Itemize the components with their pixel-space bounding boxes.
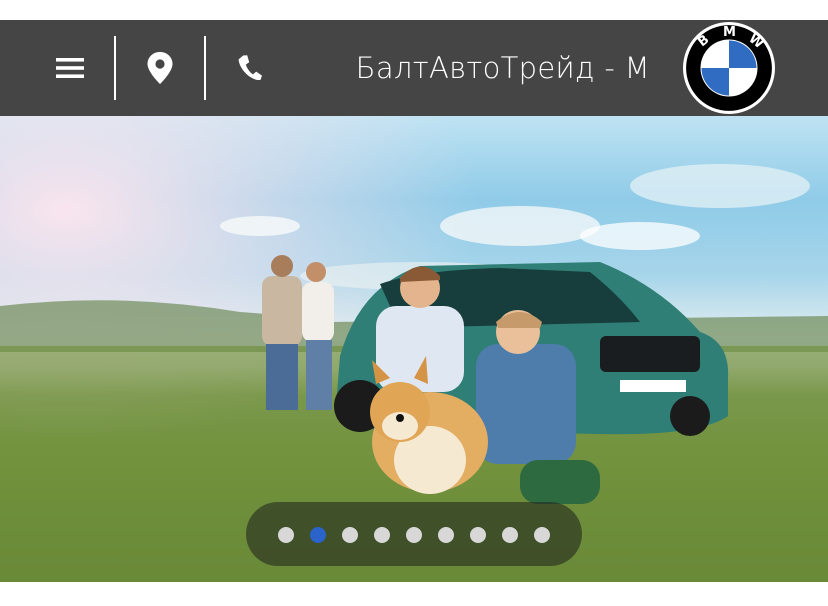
carousel-dot-5[interactable] bbox=[406, 527, 422, 543]
carousel-dot-3[interactable] bbox=[342, 527, 358, 543]
carousel-dot-7[interactable] bbox=[470, 527, 486, 543]
top-navigation-bar: БалтАвтоТрейд - М B M W bbox=[0, 20, 828, 116]
hero-banner[interactable] bbox=[0, 116, 828, 582]
dealer-name: БалтАвтоТрейд - М bbox=[355, 51, 650, 85]
svg-text:M: M bbox=[723, 25, 736, 40]
carousel-pagination bbox=[246, 502, 582, 566]
carousel-dot-4[interactable] bbox=[374, 527, 390, 543]
carousel-dot-8[interactable] bbox=[502, 527, 518, 543]
carousel-dot-9[interactable] bbox=[534, 527, 550, 543]
bmw-logo[interactable]: B M W bbox=[680, 20, 778, 116]
carousel-dot-1[interactable] bbox=[278, 527, 294, 543]
carousel-dot-2-active[interactable] bbox=[310, 527, 326, 543]
carousel-dot-6[interactable] bbox=[438, 527, 454, 543]
